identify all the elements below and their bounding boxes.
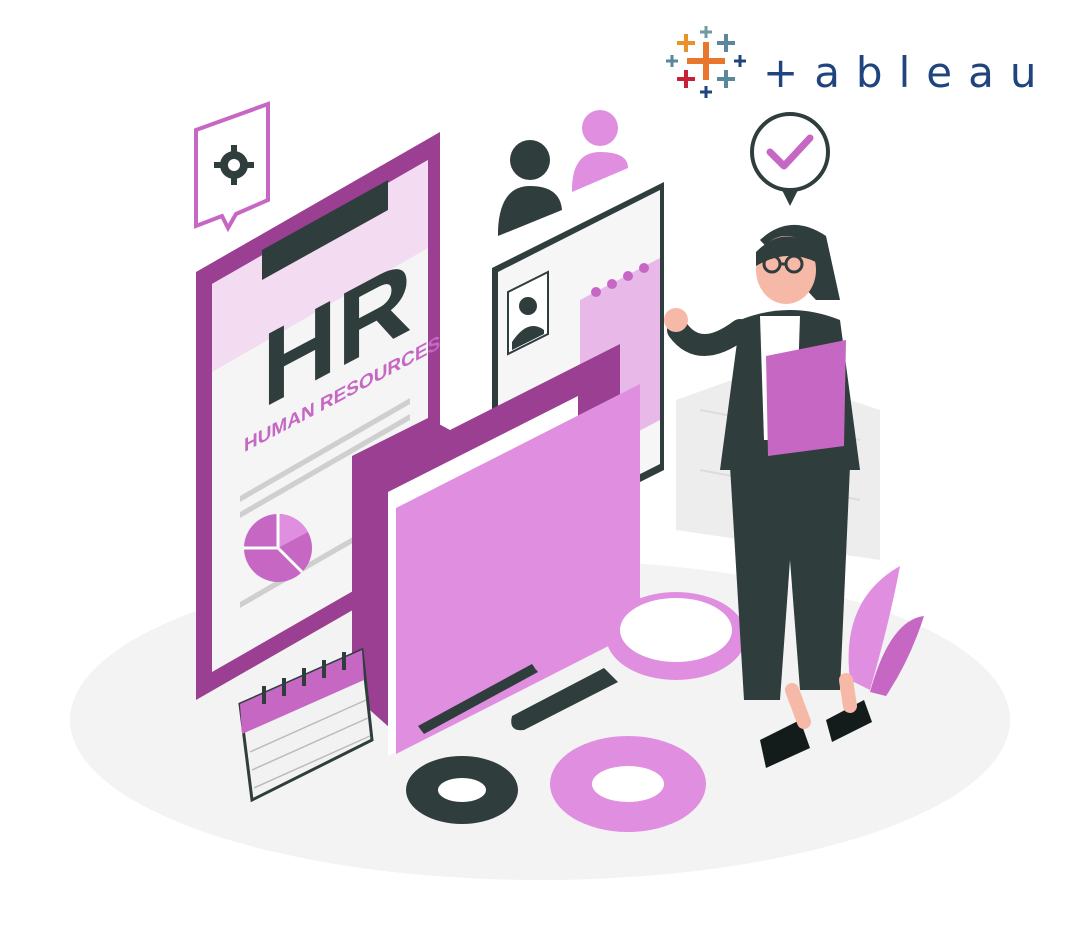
hr-illustration: HR HUMAN RESOURCES [70, 26, 1010, 880]
user-icon-dark [498, 140, 562, 236]
pie-chart-icon [244, 514, 312, 582]
pink-gear-icon [550, 736, 706, 832]
gear-bubble [194, 101, 270, 233]
check-bubble [750, 112, 830, 206]
user-icon-pink [572, 110, 628, 192]
tableau-wordmark: +ableau [763, 47, 1053, 97]
tableau-logo-icon [666, 26, 746, 98]
dark-gear-icon [406, 756, 518, 824]
